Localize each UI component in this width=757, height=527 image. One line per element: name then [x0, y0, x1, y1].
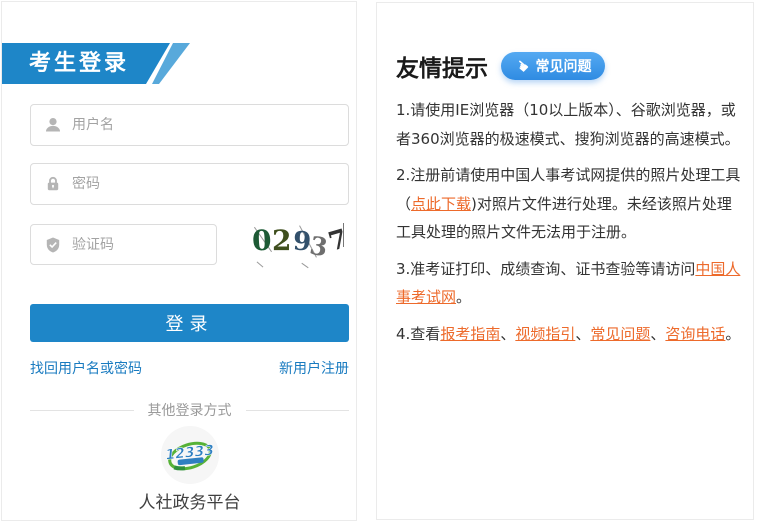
login-banner: 考生登录 — [2, 43, 194, 84]
captcha-field — [30, 224, 217, 265]
tip-paragraph-3: 3.准考证打印、成绩查询、证书查验等请访问中国人事考试网。 — [396, 255, 746, 312]
tip-text: 1.请使用IE浏览器（10以上版本）、谷歌浏览器，或者360浏览器的极速模式、搜… — [396, 101, 740, 148]
divider-label: 其他登录方式 — [148, 400, 232, 420]
captcha-noise-line — [301, 263, 308, 268]
captcha-digit: 7 — [326, 226, 351, 256]
forgot-credentials-link[interactable]: 找回用户名或密码 — [30, 358, 142, 378]
tip-text: 、 — [650, 325, 665, 343]
faq-badge-button[interactable]: ☚ 常见问题 — [501, 52, 605, 80]
captcha-noise-line — [257, 262, 264, 268]
user-icon — [44, 116, 62, 134]
password-input[interactable] — [72, 176, 348, 192]
tip-link[interactable]: 常见问题 — [590, 325, 650, 343]
divider-line — [246, 410, 350, 411]
divider-line — [30, 410, 134, 411]
tip-paragraph-1: 1.请使用IE浏览器（10以上版本）、谷歌浏览器，或者360浏览器的极速模式、搜… — [396, 96, 746, 153]
captcha-digit: 3 — [308, 233, 329, 261]
captcha-digit: 0 — [252, 227, 272, 256]
12333-platform-logo[interactable]: 12333 — [161, 426, 219, 484]
other-login-divider: 其他登录方式 — [30, 400, 349, 420]
lock-icon — [44, 175, 62, 193]
faq-badge-label: 常见问题 — [535, 56, 591, 76]
tip-paragraph-2: 2.注册前请使用中国人事考试网提供的照片处理工具 （点此下载)对照片文件进行处理… — [396, 161, 746, 247]
pointing-hand-icon: ☚ — [512, 56, 532, 76]
tip-link[interactable]: 报考指南 — [440, 325, 500, 343]
login-panel: 考生登录 — [1, 1, 357, 521]
tip-link[interactable]: 点此下载 — [411, 195, 471, 213]
captcha-digit: 2 — [272, 227, 291, 255]
tips-title: 友情提示 — [396, 49, 488, 83]
page: 考生登录 — [0, 0, 757, 527]
platform-label: 人社政务平台 — [30, 488, 349, 513]
account-links-row: 找回用户名或密码 新用户注册 — [30, 358, 349, 378]
login-banner-title: 考生登录 — [29, 43, 129, 84]
tips-panel: 友情提示 ☚ 常见问题 1.请使用IE浏览器（10以上版本）、谷歌浏览器，或者3… — [376, 2, 754, 520]
tip-text: 4.查看 — [396, 325, 440, 343]
tip-text: 。 — [725, 325, 740, 343]
username-input[interactable] — [72, 117, 348, 133]
tip-text: 、 — [500, 325, 515, 343]
captcha-image[interactable]: 02937 — [246, 219, 352, 269]
username-field — [30, 104, 349, 146]
tip-link[interactable]: 视频指引 — [515, 325, 575, 343]
password-field — [30, 163, 349, 205]
login-button[interactable]: 登录 — [30, 304, 349, 342]
tips-header: 友情提示 ☚ 常见问题 — [396, 49, 605, 83]
shield-check-icon — [44, 236, 62, 254]
tip-paragraph-4: 4.查看报考指南、视频指引、常见问题、咨询电话。 — [396, 320, 746, 349]
tips-list: 1.请使用IE浏览器（10以上版本）、谷歌浏览器，或者360浏览器的极速模式、搜… — [396, 96, 746, 356]
new-user-register-link[interactable]: 新用户注册 — [279, 358, 349, 378]
tip-link[interactable]: 咨询电话 — [665, 325, 725, 343]
tip-text: 、 — [575, 325, 590, 343]
tip-text: 。 — [456, 288, 471, 306]
tip-text: 3.准考证打印、成绩查询、证书查验等请访问 — [396, 260, 695, 278]
captcha-input[interactable] — [72, 237, 216, 253]
